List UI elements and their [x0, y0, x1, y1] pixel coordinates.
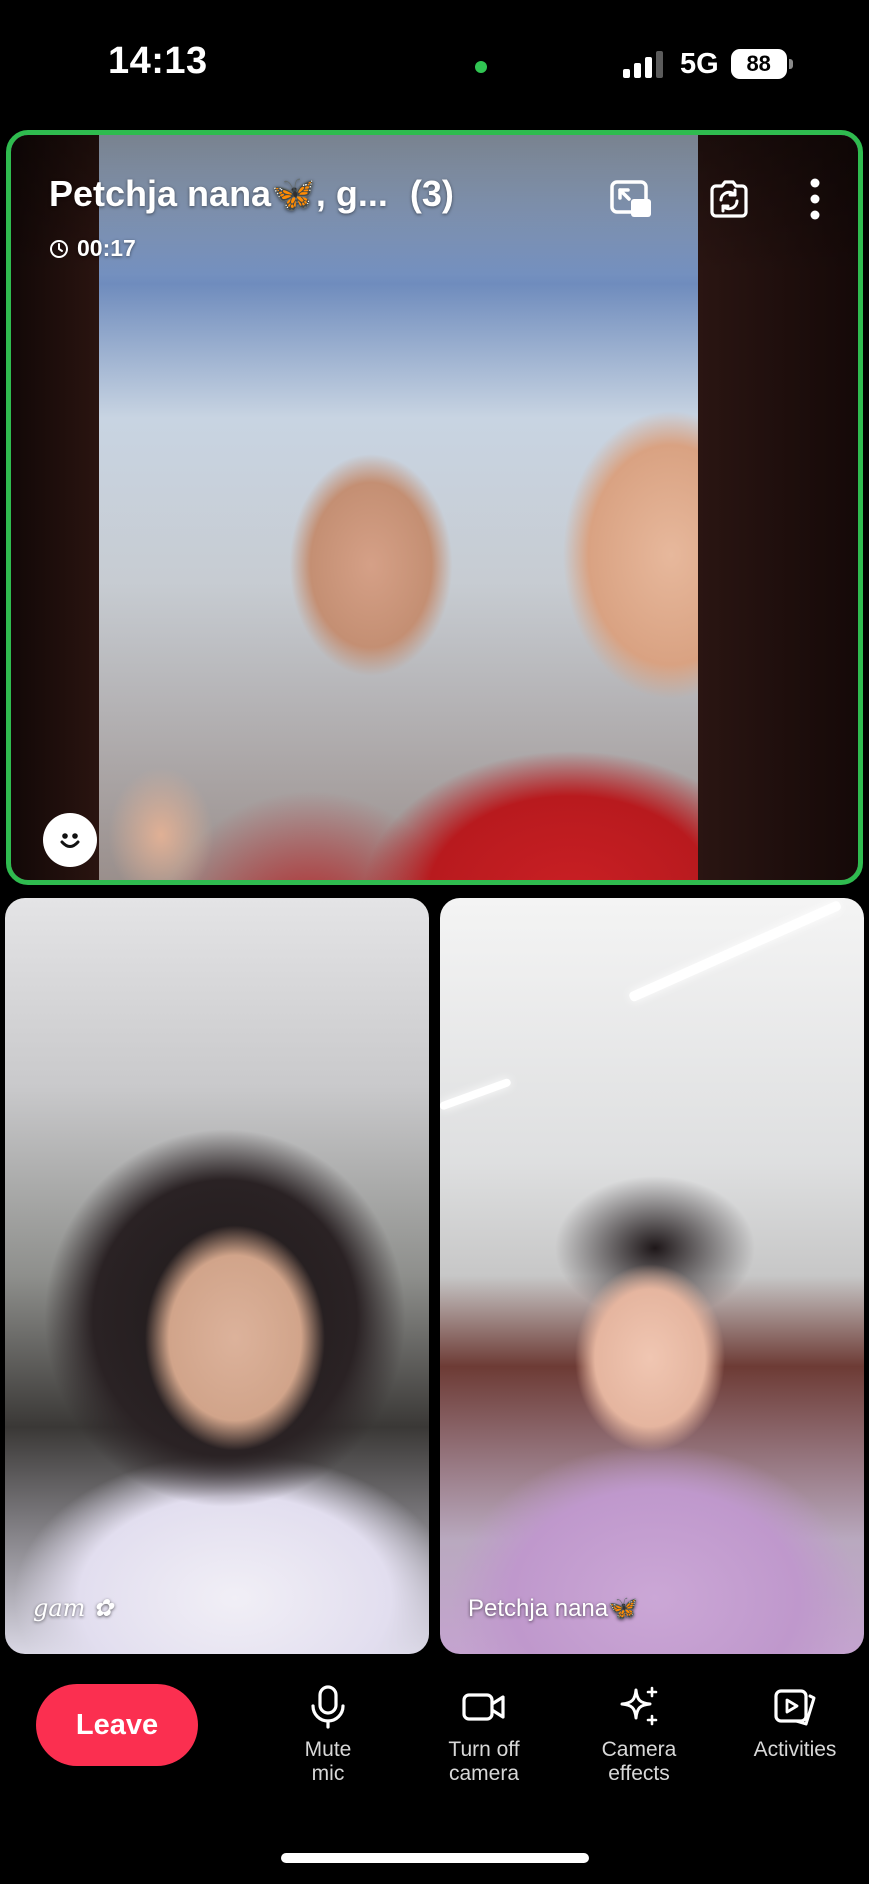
- participant-video-feed: [5, 898, 429, 1654]
- camera-label-line1: Turn off: [448, 1738, 520, 1761]
- battery-icon: 88: [730, 49, 793, 79]
- main-video-tile[interactable]: Petchja nana🦋, g... (3) 00:17: [6, 130, 863, 885]
- microphone-icon: [311, 1685, 345, 1729]
- effects-label-line2: effects: [608, 1762, 670, 1785]
- signal-icon: [623, 50, 670, 78]
- status-indicators: 5G 88: [623, 44, 793, 84]
- turn-off-camera-button[interactable]: Turn off camera: [409, 1684, 559, 1786]
- call-title[interactable]: Petchja nana🦋, g... (3): [49, 173, 454, 215]
- picture-in-picture-icon[interactable]: [607, 175, 655, 223]
- video-camera-icon: [462, 1693, 505, 1721]
- status-time: 14:13: [108, 40, 208, 82]
- network-type: 5G: [680, 47, 719, 80]
- video-call-screen: 14:13 5G 88 Petchja nana🦋, g... (3) 00:1…: [0, 0, 869, 1884]
- participant-name: Petchja nana🦋: [468, 1595, 638, 1622]
- activities-label: Activities: [753, 1738, 837, 1761]
- participant-tile-gam[interactable]: gam ✿: [5, 898, 429, 1654]
- camera-label-line2: camera: [448, 1762, 520, 1785]
- mute-label-line2: mic: [311, 1762, 345, 1785]
- camera-effects-button[interactable]: Camera effects: [564, 1684, 714, 1786]
- activities-icon: [774, 1689, 816, 1726]
- participant-count: (3): [409, 173, 454, 214]
- more-vertical-icon[interactable]: [801, 175, 829, 223]
- participant-tile-petchja[interactable]: Petchja nana🦋: [440, 898, 864, 1654]
- mic-in-use-indicator: [475, 61, 487, 73]
- participant-video-feed: [440, 898, 864, 1654]
- mute-mic-button[interactable]: Mute mic: [253, 1684, 403, 1786]
- activities-button[interactable]: Activities: [720, 1684, 869, 1762]
- participant-name: gam ✿: [33, 1594, 114, 1622]
- flip-camera-icon[interactable]: [704, 174, 754, 224]
- call-timer: 00:17: [49, 235, 136, 262]
- battery-level: 88: [746, 51, 771, 76]
- home-indicator[interactable]: [281, 1853, 589, 1863]
- effects-label-line1: Camera: [601, 1738, 677, 1761]
- clock-icon: [50, 239, 68, 258]
- call-duration: 00:17: [77, 235, 136, 261]
- mute-label-line1: Mute: [304, 1738, 352, 1761]
- leave-call-button[interactable]: Leave: [36, 1684, 198, 1766]
- reaction-button[interactable]: [43, 813, 97, 867]
- sparkles-icon: [620, 1686, 658, 1726]
- smiley-icon: [60, 833, 80, 848]
- call-participants-names: Petchja nana🦋, g...: [49, 173, 388, 214]
